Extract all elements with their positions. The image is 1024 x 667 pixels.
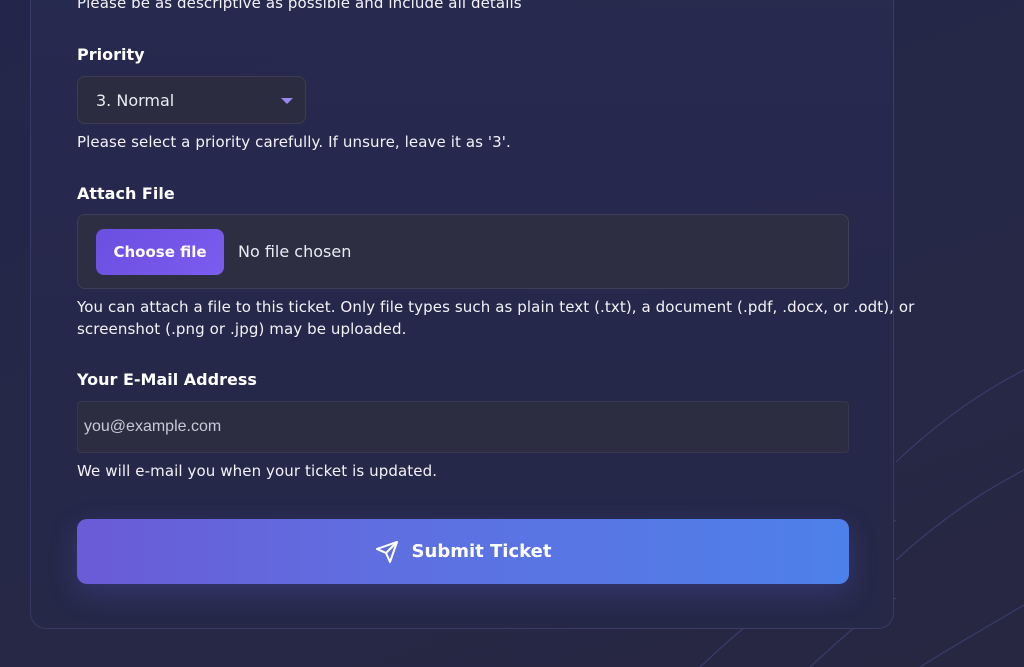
priority-selected-value: 3. Normal	[96, 91, 175, 110]
choose-file-button[interactable]: Choose file	[96, 229, 224, 275]
attachment-hint-line-2: screenshot (.png or .jpg) may be uploade…	[77, 320, 407, 338]
priority-hint: Please select a priority carefully. If u…	[77, 133, 511, 151]
description-hint: Please be as descriptive as possible and…	[77, 0, 522, 12]
priority-label: Priority	[77, 45, 145, 64]
email-field[interactable]	[77, 401, 849, 453]
attach-file-label: Attach File	[77, 184, 175, 203]
file-status-text: No file chosen	[238, 242, 352, 261]
file-input[interactable]: Choose file No file chosen	[77, 214, 849, 289]
submit-ticket-label: Submit Ticket	[411, 541, 552, 562]
submit-ticket-button[interactable]: Submit Ticket	[77, 519, 849, 584]
priority-select[interactable]: 3. Normal	[77, 76, 306, 124]
attachment-hint-line-1: You can attach a file to this ticket. On…	[77, 298, 915, 316]
email-hint: We will e-mail you when your ticket is u…	[77, 462, 438, 480]
chevron-down-icon	[281, 98, 293, 104]
email-label: Your E-Mail Address	[77, 370, 257, 389]
send-icon	[375, 540, 398, 563]
